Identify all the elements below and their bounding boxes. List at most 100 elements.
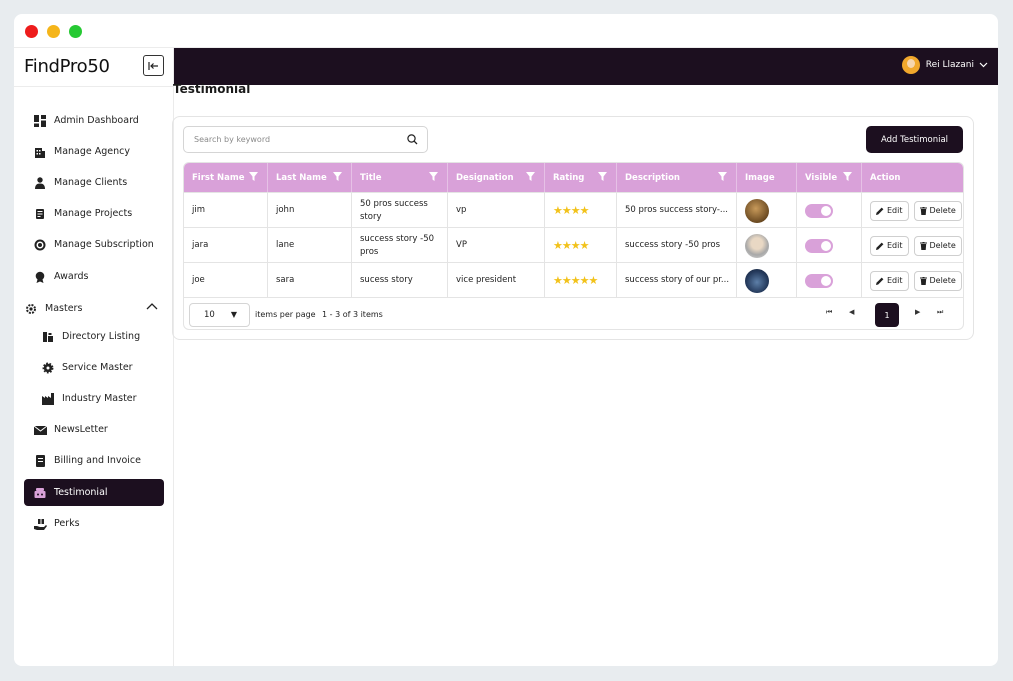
- cell-action: Edit Delete: [862, 263, 963, 298]
- gear-icon: [41, 361, 55, 375]
- filter-icon[interactable]: [333, 172, 342, 181]
- settings-gear-icon: [24, 302, 38, 316]
- avatar: [901, 56, 920, 74]
- cell-visible: [797, 263, 862, 298]
- sidebar-item-perks[interactable]: Perks: [24, 510, 164, 537]
- sidebar-item-awards[interactable]: Awards: [24, 263, 164, 290]
- user-icon: [33, 176, 47, 190]
- column-header-rating[interactable]: Rating: [545, 163, 617, 192]
- filter-icon[interactable]: [718, 172, 727, 181]
- column-label: Action: [870, 172, 901, 183]
- cell-title: 50 pros success story: [352, 193, 448, 228]
- rating-stars: ★★★★: [553, 204, 589, 217]
- column-header-visible[interactable]: Visible: [797, 163, 862, 192]
- cell-description: success story of our pr...: [617, 263, 737, 298]
- minimize-window-button[interactable]: [47, 25, 60, 38]
- table-row: joe sara sucess story vice president ★★★…: [184, 262, 963, 298]
- scroll-icon: [33, 207, 47, 221]
- sidebar-item-label: Masters: [45, 303, 83, 314]
- last-page-icon[interactable]: ⏭: [937, 308, 943, 317]
- trash-icon: [919, 206, 927, 215]
- column-label: First Name: [192, 172, 245, 183]
- column-header-designation[interactable]: Designation: [448, 163, 545, 192]
- filter-icon[interactable]: [249, 172, 258, 181]
- filter-icon[interactable]: [526, 172, 535, 181]
- search-icon[interactable]: [407, 134, 418, 145]
- delete-button[interactable]: Delete: [913, 200, 962, 221]
- user-menu[interactable]: Rei Llazani: [901, 56, 988, 74]
- sidebar-item-manage-subscription[interactable]: Manage Subscription: [24, 231, 164, 258]
- cell-designation: vice president: [448, 263, 545, 298]
- visible-toggle[interactable]: [805, 203, 833, 218]
- visible-toggle[interactable]: [805, 238, 833, 253]
- filter-icon[interactable]: [843, 172, 852, 181]
- sidebar-item-industry-master[interactable]: Industry Master: [24, 385, 164, 412]
- industry-icon: [41, 392, 55, 406]
- sidebar-item-manage-agency[interactable]: Manage Agency: [24, 138, 164, 165]
- sidebar-item-label: Awards: [54, 271, 89, 282]
- sidebar-item-directory-listing[interactable]: Directory Listing: [24, 323, 164, 350]
- current-page-button[interactable]: 1: [875, 303, 899, 327]
- pencil-icon: [876, 207, 884, 215]
- sidebar-item-newsletter[interactable]: NewsLetter: [24, 416, 164, 443]
- newsletter-icon: [33, 423, 47, 437]
- sidebar-item-admin-dashboard[interactable]: Admin Dashboard: [24, 107, 164, 134]
- column-header-first-name[interactable]: First Name: [184, 163, 268, 192]
- testimonial-table: First Name Last Name Title Designation R…: [183, 162, 964, 330]
- cell-last-name: john: [268, 193, 352, 228]
- table-row: jim john 50 pros success story vp ★★★★ 5…: [184, 192, 963, 228]
- column-label: Image: [745, 172, 775, 183]
- search-placeholder: Search by keyword: [194, 135, 271, 144]
- sidebar-item-label: Manage Agency: [54, 146, 130, 157]
- sidebar-item-manage-projects[interactable]: Manage Projects: [24, 200, 164, 227]
- maximize-window-button[interactable]: [69, 25, 82, 38]
- first-page-icon[interactable]: ⏮: [826, 308, 832, 317]
- cell-image: [737, 193, 797, 228]
- sidebar-item-label: Service Master: [62, 362, 133, 373]
- search-input[interactable]: Search by keyword: [183, 126, 428, 153]
- edit-label: Edit: [887, 206, 903, 215]
- edit-button[interactable]: Edit: [870, 200, 909, 221]
- pencil-icon: [876, 277, 884, 285]
- cell-visible: [797, 228, 862, 263]
- visible-toggle[interactable]: [805, 273, 833, 288]
- pagination-range: 1 - 3 of 3 items: [322, 310, 383, 319]
- rating-stars: ★★★★★: [553, 274, 598, 287]
- testimonial-card: Search by keyword Add Testimonial First …: [172, 116, 974, 340]
- chevron-down-icon: [979, 62, 988, 68]
- sidebar-item-label: Industry Master: [62, 393, 137, 404]
- sidebar-item-label: Manage Subscription: [54, 239, 154, 250]
- cell-description: success story -50 pros: [617, 228, 737, 263]
- delete-label: Delete: [929, 276, 956, 285]
- delete-button[interactable]: Delete: [913, 270, 962, 291]
- edit-button[interactable]: Edit: [870, 270, 909, 291]
- page-title: Testimonial: [173, 82, 251, 96]
- column-header-last-name[interactable]: Last Name: [268, 163, 352, 192]
- page-size-select[interactable]: 10 ▼: [189, 303, 250, 327]
- add-testimonial-button[interactable]: Add Testimonial: [866, 126, 963, 153]
- previous-page-icon[interactable]: ◀: [849, 308, 854, 316]
- brand-logo: FindPro50: [24, 56, 110, 77]
- sidebar-item-service-master[interactable]: Service Master: [24, 354, 164, 381]
- sidebar-item-label: Directory Listing: [62, 331, 141, 342]
- sidebar-item-billing-and-invoice[interactable]: Billing and Invoice: [24, 447, 164, 474]
- sidebar-item-testimonial[interactable]: Testimonial: [24, 479, 164, 506]
- collapse-sidebar-button[interactable]: [143, 55, 164, 76]
- filter-icon[interactable]: [598, 172, 607, 181]
- collapse-left-icon: [148, 61, 158, 70]
- delete-label: Delete: [929, 206, 956, 215]
- edit-button[interactable]: Edit: [870, 235, 909, 256]
- column-header-description[interactable]: Description: [617, 163, 737, 192]
- award-icon: [33, 270, 47, 284]
- building-icon: [33, 145, 47, 159]
- next-page-icon[interactable]: ▶: [915, 308, 920, 316]
- sidebar-item-label: NewsLetter: [54, 424, 108, 435]
- sidebar-item-masters[interactable]: Masters: [24, 295, 164, 322]
- sidebar-item-manage-clients[interactable]: Manage Clients: [24, 169, 164, 196]
- delete-button[interactable]: Delete: [913, 235, 962, 256]
- cell-first-name: jim: [184, 193, 268, 228]
- close-window-button[interactable]: [25, 25, 38, 38]
- column-header-title[interactable]: Title: [352, 163, 448, 192]
- cell-description: 50 pros success story-...: [617, 193, 737, 228]
- filter-icon[interactable]: [429, 172, 438, 181]
